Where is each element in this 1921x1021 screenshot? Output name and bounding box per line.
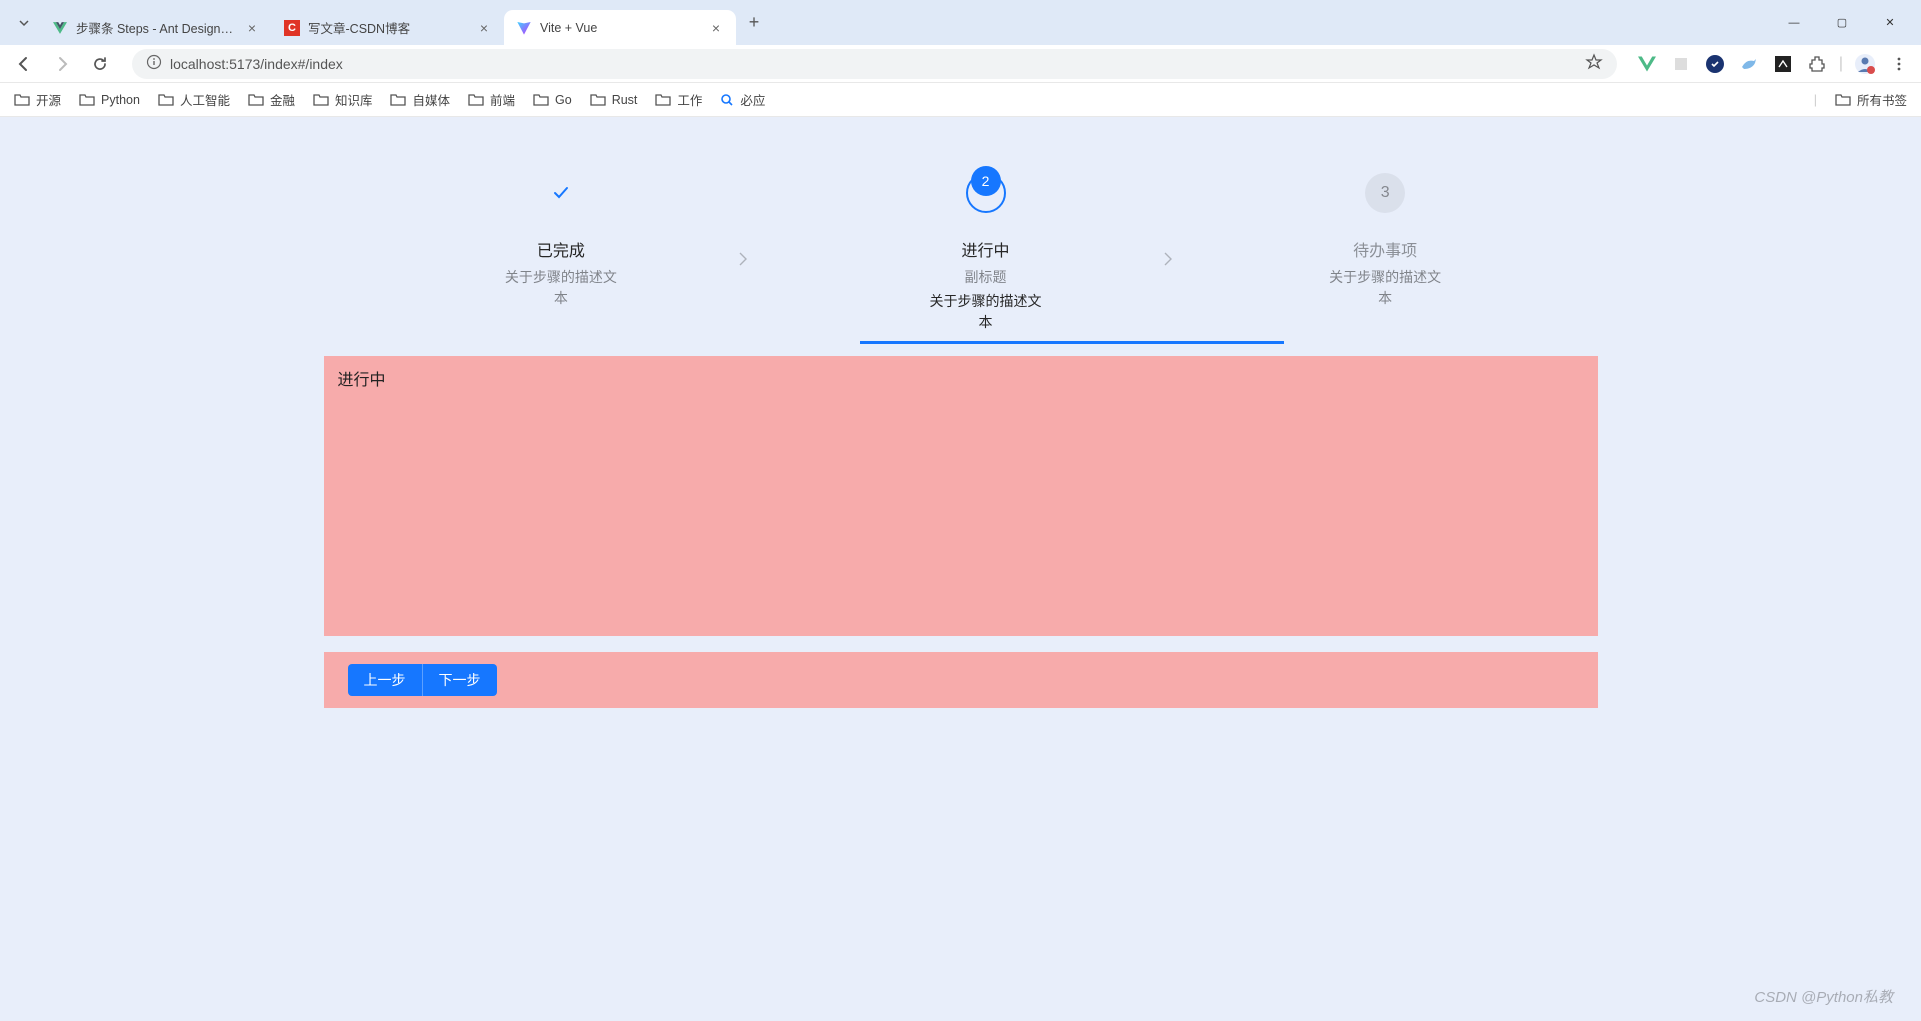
step-content-panel: 进行中	[324, 356, 1598, 636]
star-icon[interactable]	[1585, 53, 1603, 74]
bookmark-folder[interactable]: 金融	[248, 90, 295, 109]
browser-tab-strip: 步骤条 Steps - Ant Design Vu × C 写文章-CSDN博客…	[0, 0, 1921, 45]
bookmark-folder[interactable]: 工作	[655, 90, 702, 109]
step-actions: 上一步 下一步	[324, 652, 1598, 708]
tab-search-dropdown[interactable]	[8, 9, 40, 37]
step-title: 进行中	[961, 237, 1009, 261]
bookmark-label: Rust	[612, 93, 638, 107]
bookmark-folder[interactable]: 知识库	[313, 90, 373, 109]
csdn-icon: C	[284, 20, 300, 36]
bookmark-label: 知识库	[335, 90, 373, 109]
chevron-right-icon	[1163, 185, 1173, 333]
maximize-button[interactable]: ▢	[1819, 7, 1865, 39]
profile-avatar[interactable]	[1853, 52, 1877, 76]
step-description: 关于步骤的描述文本	[926, 291, 1046, 333]
tab-title: 写文章-CSDN博客	[308, 18, 468, 37]
extension-bird-icon[interactable]	[1737, 52, 1761, 76]
close-icon[interactable]: ×	[708, 20, 724, 36]
bookmark-label: 工作	[677, 90, 702, 109]
bookmark-label: 前端	[490, 90, 515, 109]
bookmarks-bar: 开源 Python 人工智能 金融 知识库 自媒体 前端 Go Rust 工作 …	[0, 83, 1921, 117]
reload-button[interactable]	[86, 50, 114, 78]
step-description: 关于步骤的描述文本	[501, 267, 621, 309]
step-title: 待办事项	[1353, 237, 1417, 261]
next-button[interactable]: 下一步	[423, 664, 497, 696]
steps-nav: 已完成 关于步骤的描述文本 2 进行中 副标题 关于步骤的描述文本	[324, 173, 1598, 333]
chevron-right-icon	[738, 185, 748, 333]
bookmark-label: 金融	[270, 90, 295, 109]
close-icon[interactable]: ×	[244, 20, 260, 36]
new-tab-button[interactable]: +	[740, 9, 768, 37]
forward-button[interactable]	[48, 50, 76, 78]
bookmark-label: Python	[101, 93, 140, 107]
extension-icon[interactable]	[1669, 52, 1693, 76]
extensions-button[interactable]	[1805, 52, 1829, 76]
site-info-icon[interactable]	[146, 54, 162, 73]
bookmark-folder[interactable]: 开源	[14, 90, 61, 109]
browser-tab[interactable]: C 写文章-CSDN博客 ×	[272, 10, 504, 45]
close-window-button[interactable]: ✕	[1867, 7, 1913, 39]
bookmark-folder[interactable]: Rust	[590, 93, 638, 107]
vue-devtools-icon[interactable]	[1635, 52, 1659, 76]
browser-tab-active[interactable]: Vite + Vue ×	[504, 10, 736, 45]
bookmark-label: 开源	[36, 90, 61, 109]
step-number-icon: 3	[1365, 173, 1405, 213]
close-icon[interactable]: ×	[476, 20, 492, 36]
step-subtitle: 副标题	[965, 267, 1007, 287]
step-item-done[interactable]: 已完成 关于步骤的描述文本	[324, 173, 749, 333]
bookmark-label: Go	[555, 93, 572, 107]
bookmark-label: 自媒体	[412, 90, 450, 109]
bookmark-folder[interactable]: Go	[533, 93, 572, 107]
back-button[interactable]	[10, 50, 38, 78]
browser-tab[interactable]: 步骤条 Steps - Ant Design Vu ×	[40, 10, 272, 45]
bookmark-folder[interactable]: 自媒体	[390, 90, 450, 109]
bookmark-bing[interactable]: 必应	[720, 90, 765, 109]
vite-icon	[516, 20, 532, 36]
step-item-active[interactable]: 2 进行中 副标题 关于步骤的描述文本	[748, 173, 1173, 333]
prev-button[interactable]: 上一步	[348, 664, 423, 696]
content-text: 进行中	[338, 372, 386, 389]
step-description: 关于步骤的描述文本	[1325, 267, 1445, 309]
tab-title: Vite + Vue	[540, 21, 700, 35]
minimize-button[interactable]: —	[1771, 7, 1817, 39]
page-viewport: 已完成 关于步骤的描述文本 2 进行中 副标题 关于步骤的描述文本	[0, 117, 1921, 1021]
bookmark-label: 必应	[740, 90, 765, 109]
bookmark-label: 人工智能	[180, 90, 230, 109]
active-step-underline	[860, 341, 1284, 344]
step-number-icon: 2	[966, 173, 1006, 213]
browser-nav-bar: localhost:5173/index#/index |	[0, 45, 1921, 83]
menu-button[interactable]	[1887, 52, 1911, 76]
vue-icon	[52, 20, 68, 36]
url-bar[interactable]: localhost:5173/index#/index	[132, 49, 1617, 79]
url-text: localhost:5173/index#/index	[170, 56, 1577, 72]
bookmark-folder[interactable]: 人工智能	[158, 90, 230, 109]
step-item-wait[interactable]: 3 待办事项 关于步骤的描述文本	[1173, 173, 1598, 333]
window-controls: — ▢ ✕	[1771, 7, 1913, 39]
watermark-text: CSDN @Python私教	[1754, 986, 1893, 1007]
bookmark-folder[interactable]: 前端	[468, 90, 515, 109]
tab-title: 步骤条 Steps - Ant Design Vu	[76, 18, 236, 37]
extension-square-icon[interactable]	[1771, 52, 1795, 76]
extension-check-icon[interactable]	[1703, 52, 1727, 76]
bookmark-label: 所有书签	[1857, 90, 1907, 109]
check-icon	[541, 173, 581, 213]
all-bookmarks-button[interactable]: 所有书签	[1835, 90, 1907, 109]
bookmark-folder[interactable]: Python	[79, 93, 140, 107]
step-title: 已完成	[537, 237, 585, 261]
